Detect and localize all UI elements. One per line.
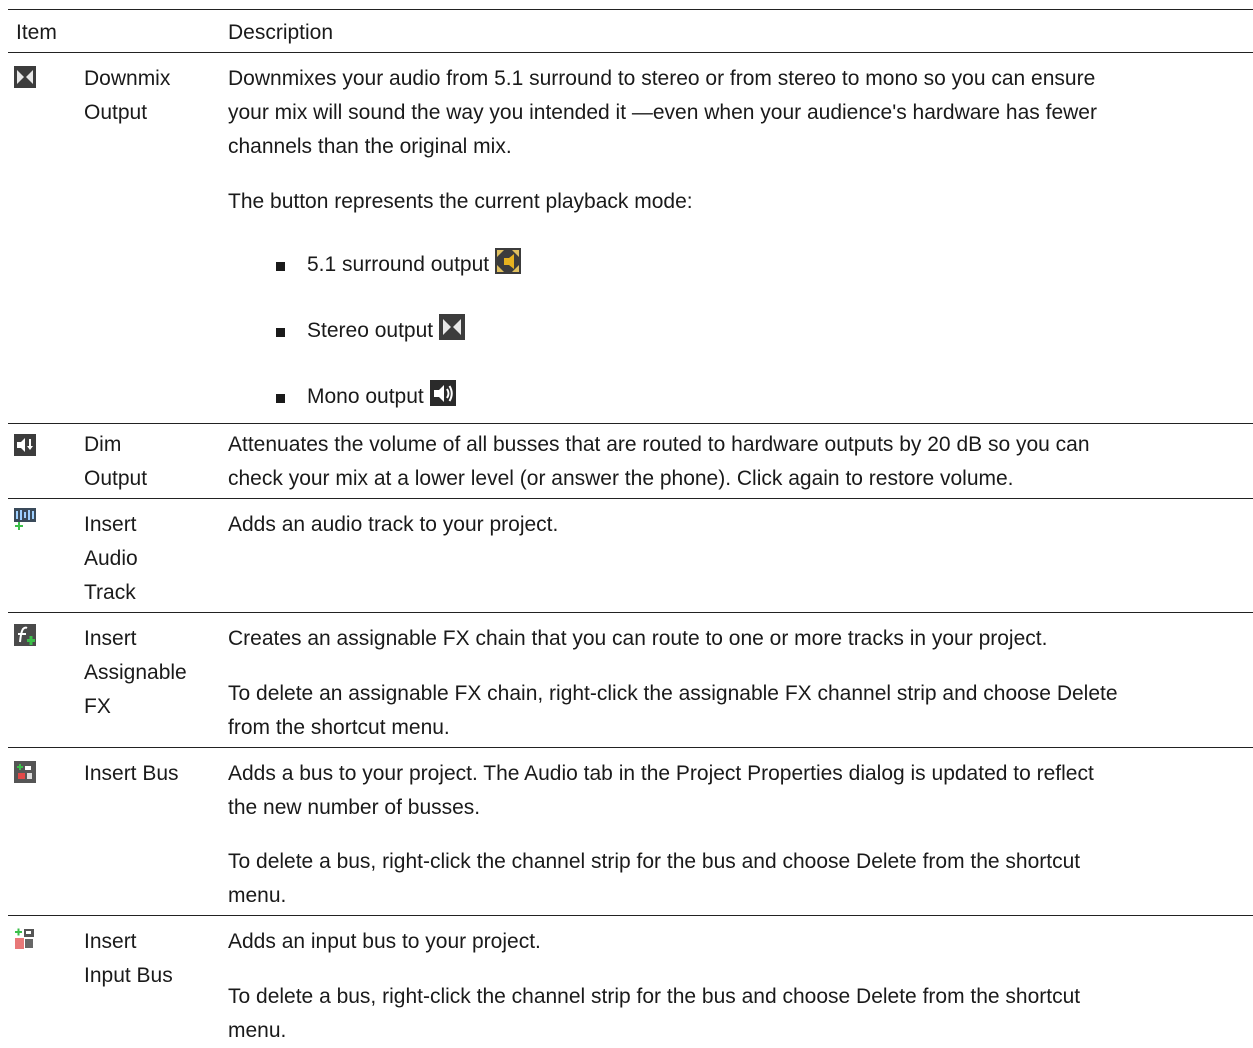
item-label-line: Input Bus [84, 964, 173, 987]
description-line: To delete a bus, right-click the channel… [228, 985, 1081, 1008]
description-line: the new number of busses. [228, 796, 481, 819]
description-line: Creates an assignable FX chain that you … [228, 627, 1048, 650]
description-line: To delete an assignable FX chain, right-… [228, 682, 1118, 705]
description-line: To delete a bus, right-click the channel… [228, 850, 1081, 873]
stereo-output-icon [439, 314, 466, 340]
item-label-line: FX [84, 695, 111, 718]
row-rule [8, 612, 1253, 613]
bullet-text: 5.1 surround output [307, 253, 490, 276]
row-rule [8, 915, 1253, 916]
bullet-item: Stereo output [307, 314, 466, 348]
insert-assignable-fx-icon [14, 624, 36, 646]
description-line: check your mix at a lower level (or answ… [228, 467, 1014, 490]
item-label-line: Insert [84, 627, 137, 650]
item-label-line: Downmix [84, 67, 171, 90]
insert-input-bus-icon [14, 928, 36, 950]
insert-bus-icon [14, 761, 36, 783]
bullet-item: 5.1 surround output [307, 248, 522, 282]
description-line: your mix will sound the way you intended… [228, 101, 1097, 124]
item-label-line: Assignable [84, 661, 187, 684]
row-rule [8, 498, 1253, 499]
bullet-marker [276, 394, 285, 403]
description-line: Adds a bus to your project. The Audio ta… [228, 762, 1094, 785]
bullet-marker [276, 262, 285, 271]
item-label-line: Insert [84, 930, 137, 953]
item-label-line: Track [84, 581, 136, 604]
item-label-line: Insert Bus [84, 762, 179, 785]
table-top-rule [8, 9, 1253, 10]
bullet-text: Mono output [307, 385, 424, 408]
bullet-text: Stereo output [307, 319, 434, 342]
item-label-line: Output [84, 467, 148, 490]
item-label-line: Audio [84, 547, 138, 570]
description-line: channels than the original mix. [228, 135, 512, 158]
description-line: Adds an input bus to your project. [228, 930, 541, 953]
description-line: Adds an audio track to your project. [228, 513, 559, 536]
description-line: Attenuates the volume of all busses that… [228, 433, 1090, 456]
header-rule [8, 52, 1253, 53]
item-label-line: Dim [84, 433, 122, 456]
row-rule [8, 423, 1253, 424]
description-line: The button represents the current playba… [228, 190, 693, 213]
description-line: Downmixes your audio from 5.1 surround t… [228, 67, 1096, 90]
item-label-line: Insert [84, 513, 137, 536]
item-label-line: Output [84, 101, 148, 124]
description-line: menu. [228, 1019, 287, 1042]
header-item: Item [16, 21, 57, 44]
bullet-marker [276, 328, 285, 337]
description-line: from the shortcut menu. [228, 716, 450, 739]
description-line: menu. [228, 884, 287, 907]
dim-output-icon [14, 434, 36, 456]
surround-output-icon [495, 248, 522, 274]
row-rule [8, 747, 1253, 748]
downmix-icon [14, 66, 36, 88]
bullet-item: Mono output [307, 380, 456, 414]
insert-audio-track-icon [14, 508, 36, 530]
mono-output-icon [429, 380, 456, 406]
header-description: Description [228, 21, 334, 44]
